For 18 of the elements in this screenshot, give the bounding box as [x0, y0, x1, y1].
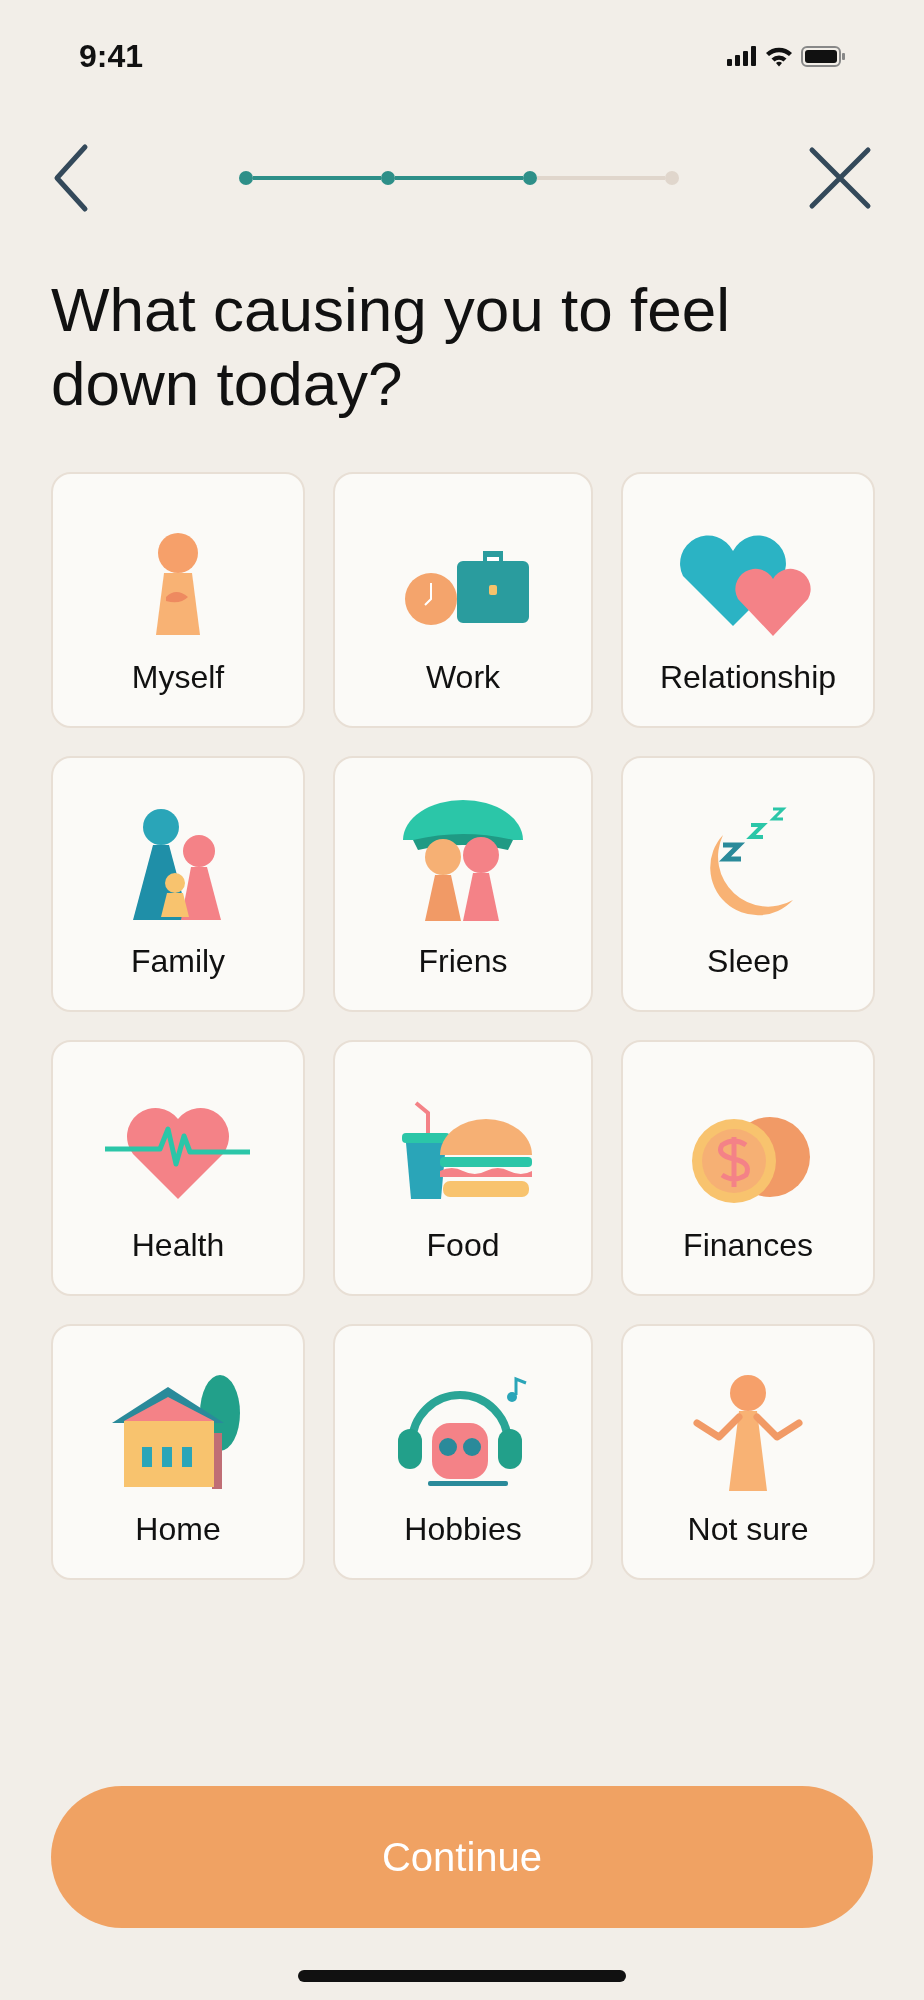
option-card[interactable]: Myself: [51, 471, 305, 728]
option-card[interactable]: Hobbies: [333, 1323, 593, 1580]
option-card[interactable]: Home: [51, 1323, 305, 1580]
option-card[interactable]: Food: [333, 1039, 593, 1296]
option-card[interactable]: Finances: [621, 1039, 875, 1296]
question-title: What causing you to feel down today?: [51, 274, 731, 421]
option-card[interactable]: Work: [333, 471, 593, 728]
close-button[interactable]: [807, 145, 873, 211]
option-card[interactable]: Health: [51, 1039, 305, 1296]
option-card[interactable]: Not sure: [621, 1323, 875, 1580]
option-card[interactable]: Friens: [333, 755, 593, 1012]
option-card[interactable]: Relationship: [621, 471, 875, 728]
option-card[interactable]: Sleep: [621, 755, 875, 1012]
wifi-icon: [765, 45, 793, 67]
option-card[interactable]: Family: [51, 755, 305, 1012]
battery-icon: [801, 45, 845, 67]
status-time: 9:41: [79, 37, 144, 75]
signal-icon: [727, 46, 757, 66]
